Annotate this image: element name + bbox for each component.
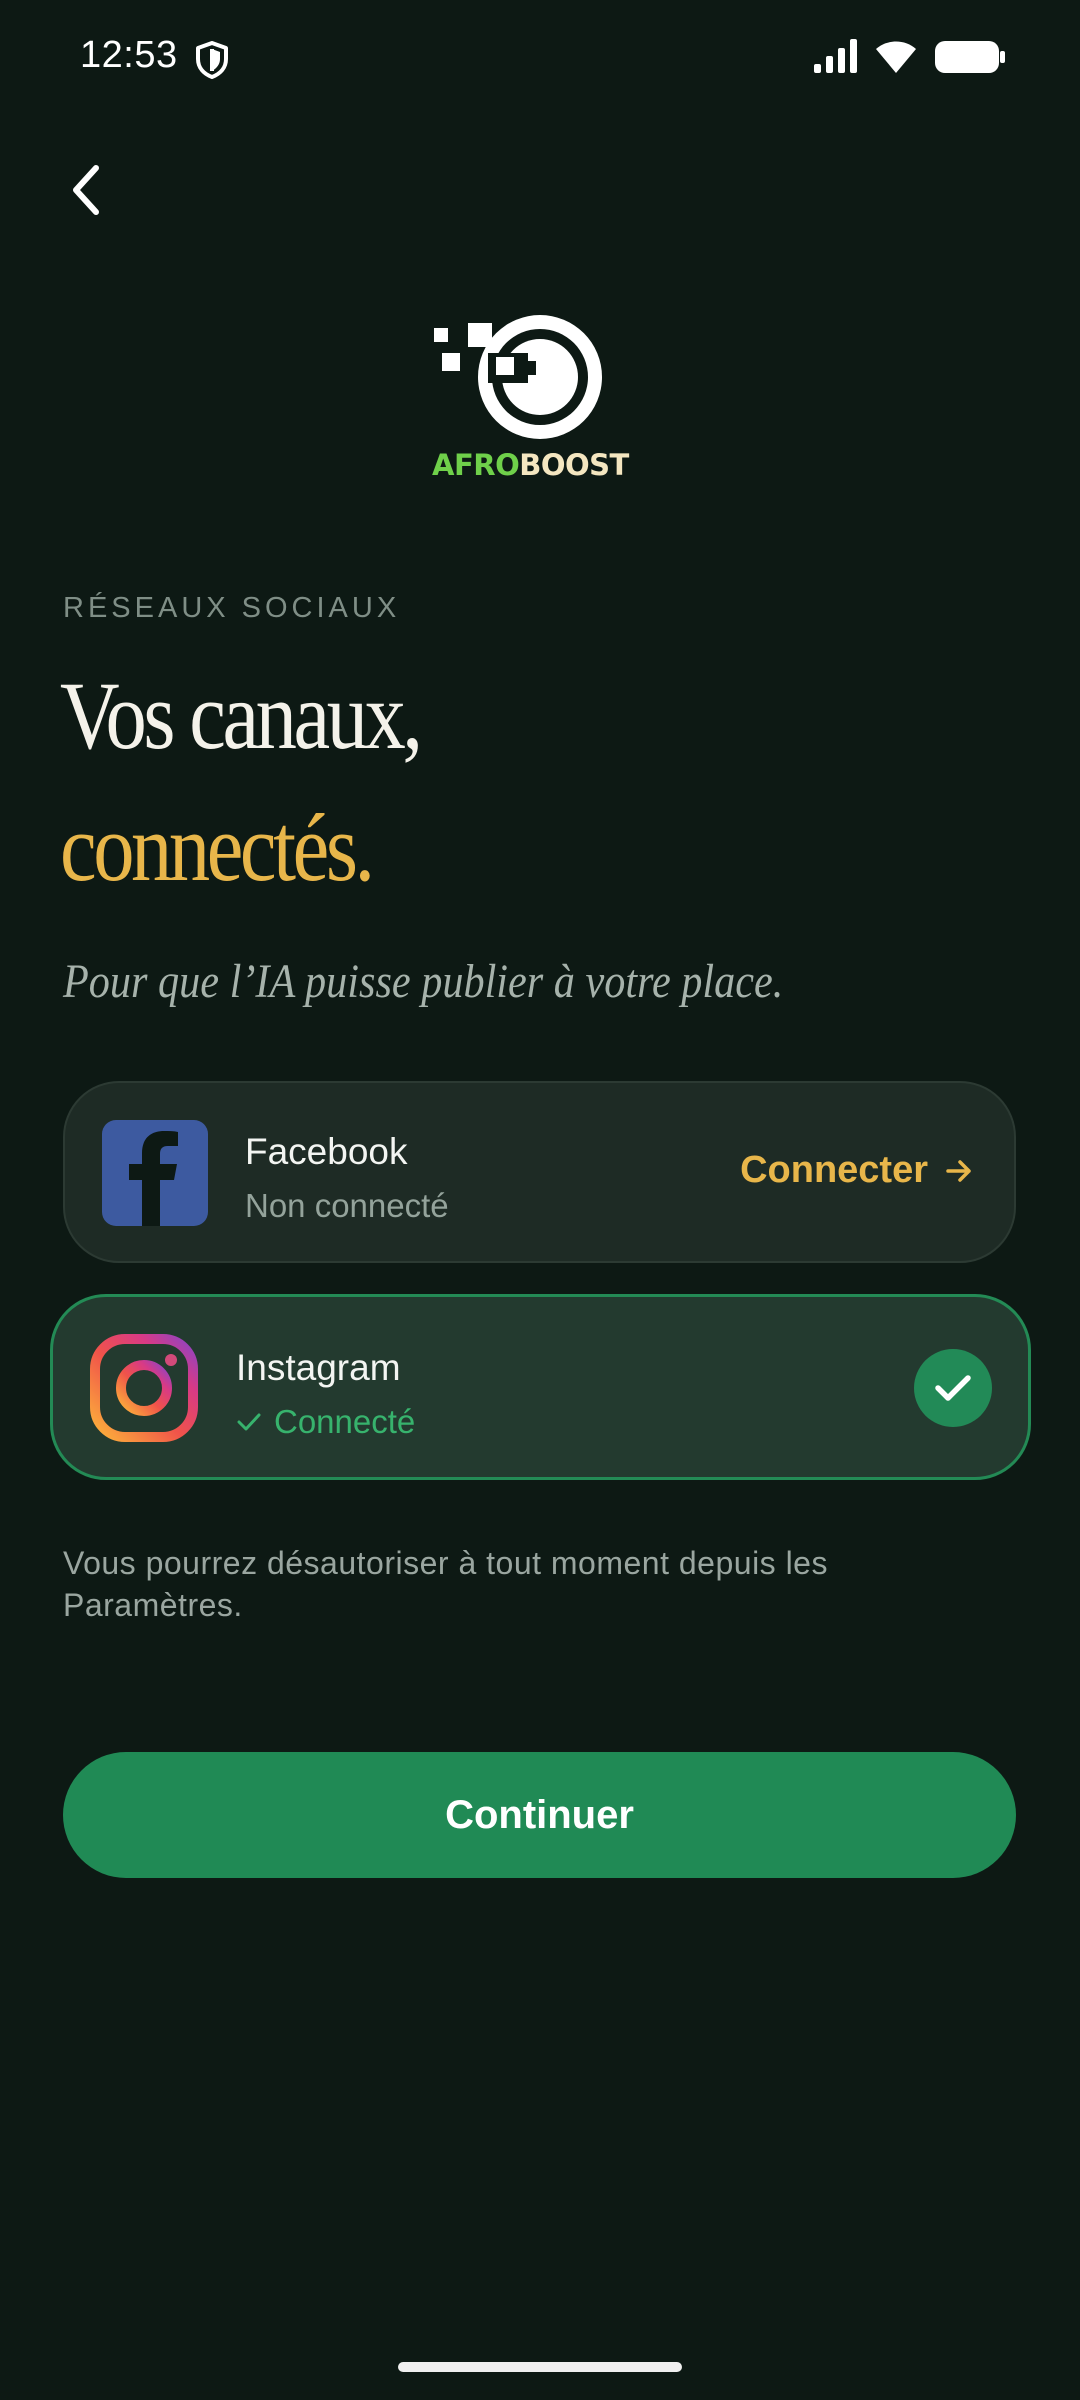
facebook-title: Facebook xyxy=(245,1131,408,1172)
battery-icon xyxy=(935,41,1005,73)
status-time: 12:53 xyxy=(80,34,178,76)
logo-word-boost: BOOST xyxy=(519,448,629,482)
wifi-icon xyxy=(876,41,916,73)
check-icon xyxy=(237,1413,261,1431)
deauthorize-note: Vous pourrez désautoriser à tout moment … xyxy=(63,1545,828,1623)
section-overline: RÉSEAUX SOCIAUX xyxy=(63,592,401,624)
back-button[interactable] xyxy=(56,150,116,230)
logo-word-afro: AFRO xyxy=(432,448,520,482)
shield-icon xyxy=(196,41,228,79)
check-circle-icon xyxy=(914,1349,992,1427)
home-indicator[interactable] xyxy=(398,2362,682,2372)
facebook-icon xyxy=(102,1120,208,1226)
arrow-right-icon xyxy=(946,1159,971,1182)
facebook-channel-card[interactable]: Facebook Non connecté Connecter xyxy=(63,1081,1016,1263)
page-title-line-2: connectés. xyxy=(60,794,375,901)
instagram-icon xyxy=(90,1334,198,1442)
facebook-connect-button[interactable]: Connecter xyxy=(740,1149,974,1192)
instagram-status-label: Connecté xyxy=(274,1403,416,1440)
instagram-title: Instagram xyxy=(236,1347,401,1388)
signal-icon xyxy=(814,39,857,73)
page-title-line-1: Vos canaux, xyxy=(60,662,423,769)
instagram-status: Connecté xyxy=(236,1403,415,1441)
connect-label: Connecter xyxy=(740,1149,928,1191)
facebook-status: Non connecté xyxy=(245,1187,449,1224)
chevron-left-icon xyxy=(73,165,99,215)
continue-button[interactable]: Continuer xyxy=(63,1752,1016,1878)
logo-wordmark: AFROBOOST xyxy=(432,448,629,482)
status-bar: 12:53 xyxy=(0,0,1080,116)
instagram-channel-card[interactable]: Instagram Connecté xyxy=(50,1294,1031,1480)
page-subtitle: Pour que l’IA puisse publier à votre pla… xyxy=(63,955,784,1008)
